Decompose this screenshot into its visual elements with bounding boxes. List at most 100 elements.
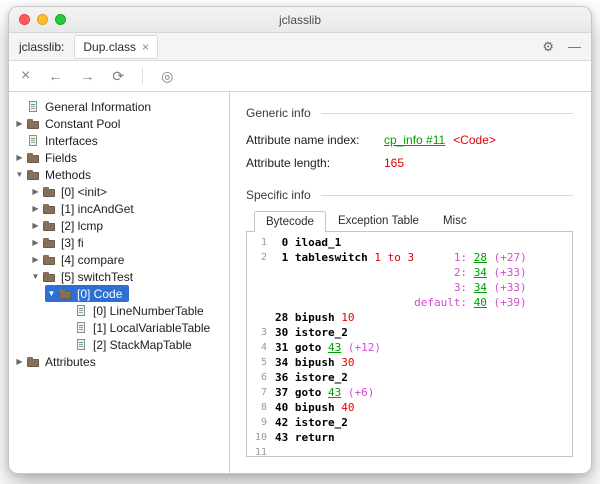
reload-icon[interactable]: ⟳ xyxy=(112,69,124,83)
attribute-name-index-label: Attribute name index: xyxy=(246,133,384,147)
bytecode-offset: 36 xyxy=(275,371,295,384)
section-rule xyxy=(321,113,573,114)
close-window-button[interactable] xyxy=(19,14,30,25)
expand-arrow-icon[interactable]: ▶ xyxy=(29,187,42,196)
tab-label: Dup.class xyxy=(83,40,136,54)
tree-item-2-stackmaptable[interactable]: [2] StackMapTable xyxy=(61,336,199,353)
bytecode-offset: 30 xyxy=(275,326,295,339)
bytecode-text: default: 40 (+39) xyxy=(275,295,527,310)
tree-item-interfaces[interactable]: Interfaces xyxy=(13,132,105,149)
bytecode-offset: 42 xyxy=(275,416,295,429)
tab-bytecode[interactable]: Bytecode xyxy=(254,211,326,232)
forward-arrow-icon[interactable]: → xyxy=(80,69,94,83)
line-number: 3 xyxy=(247,325,275,340)
back-arrow-icon[interactable]: ← xyxy=(48,69,62,83)
bytecode-text: 30 istore_2 xyxy=(275,325,348,340)
line-number: 2 xyxy=(247,250,275,265)
bytecode-line: 2: 34 (+33) xyxy=(247,265,572,280)
switch-case-label: default: xyxy=(414,296,474,309)
collapse-arrow-icon[interactable]: ▼ xyxy=(13,170,26,179)
branch-target-link[interactable]: 34 xyxy=(474,281,487,294)
tree-item-2-lcmp[interactable]: ▶ [2] lcmp xyxy=(29,217,110,234)
attribute-length-value: 165 xyxy=(384,156,404,170)
bytecode-line: 840 bipush 40 xyxy=(247,400,572,415)
code-text xyxy=(275,296,414,309)
immediate-value: 1 to 3 xyxy=(374,251,414,264)
bytecode-offset: 1 xyxy=(275,251,295,264)
settings-gear-icon[interactable]: ⚙ xyxy=(542,39,554,55)
tree-item-general-information[interactable]: General Information xyxy=(13,98,158,115)
branch-target-link[interactable]: 28 xyxy=(474,251,487,264)
hide-panel-icon[interactable]: — xyxy=(568,39,581,54)
branch-target-link[interactable]: 43 xyxy=(328,341,341,354)
tree-item-4-compare[interactable]: ▶ [4] compare xyxy=(29,251,131,268)
zoom-window-button[interactable] xyxy=(55,14,66,25)
tree-item-constant-pool[interactable]: ▶Constant Pool xyxy=(13,115,127,132)
window-titlebar[interactable]: jclasslib xyxy=(9,7,591,33)
tree-item-0-code[interactable]: ▼[0] Code xyxy=(45,285,129,302)
switch-case-label: 1: xyxy=(454,251,474,264)
document-icon xyxy=(74,321,89,334)
bytecode-line: 2 1 tableswitch 1 to 3 1: 28 (+27) xyxy=(247,250,572,265)
expand-arrow-icon[interactable]: ▶ xyxy=(29,238,42,247)
tree-item-3-fi[interactable]: ▶ [3] fi xyxy=(29,234,91,251)
relative-offset: (+33) xyxy=(487,266,527,279)
tree-item-5-switchtest[interactable]: ▼ [5] switchTest xyxy=(29,268,140,285)
bytecode-offset: 34 xyxy=(275,356,295,369)
branch-target-link[interactable]: 34 xyxy=(474,266,487,279)
relative-offset: (+39) xyxy=(487,296,527,309)
collapse-arrow-icon[interactable]: ▼ xyxy=(29,272,42,281)
folder-icon xyxy=(42,185,57,198)
bytecode-text: 42 istore_2 xyxy=(275,415,348,430)
tree-item-label: [2] lcmp xyxy=(61,219,103,233)
tree-item-label: [1] LocalVariableTable xyxy=(93,321,210,335)
tab-misc[interactable]: Misc xyxy=(431,210,479,231)
tree-item-label: [3] fi xyxy=(61,236,84,250)
bytecode-text: 2: 34 (+33) xyxy=(275,265,527,280)
expand-arrow-icon[interactable]: ▶ xyxy=(29,204,42,213)
expand-arrow-icon[interactable]: ▶ xyxy=(29,221,42,230)
minimize-window-button[interactable] xyxy=(37,14,48,25)
expand-arrow-icon[interactable]: ▶ xyxy=(29,255,42,264)
immediate-value: 10 xyxy=(341,311,354,324)
bytecode-offset: 37 xyxy=(275,386,295,399)
expand-arrow-icon[interactable]: ▶ xyxy=(13,119,26,128)
cp-info-link[interactable]: cp_info #11 xyxy=(384,133,445,147)
tab-exception-table[interactable]: Exception Table xyxy=(326,210,431,231)
line-number xyxy=(247,265,275,280)
tree-item-1-localvariabletable[interactable]: [1] LocalVariableTable xyxy=(61,319,217,336)
bytecode-offset: 0 xyxy=(275,236,295,249)
close-file-icon[interactable]: × xyxy=(21,68,30,84)
section-rule xyxy=(321,195,573,196)
tree-item-label: Interfaces xyxy=(45,134,98,148)
tree-item-0-init[interactable]: ▶[0] <init> xyxy=(29,183,114,200)
tree-item-1-incandget[interactable]: ▶ [1] incAndGet xyxy=(29,200,141,217)
tree-item-label: [5] switchTest xyxy=(61,270,133,284)
tree-item-attributes[interactable]: ▶Attributes xyxy=(13,353,103,370)
specific-info-title: Specific info xyxy=(246,188,311,202)
collapse-arrow-icon[interactable]: ▼ xyxy=(45,289,58,298)
opcode-mnemonic: istore_2 xyxy=(295,371,348,384)
tree-item-fields[interactable]: ▶Fields xyxy=(13,149,84,166)
bytecode-listing[interactable]: 1 0 iload_12 1 tableswitch 1 to 3 1: 28 … xyxy=(246,231,573,457)
opcode-mnemonic: bipush xyxy=(295,356,341,369)
bytecode-text: 37 goto 43 (+6) xyxy=(275,385,374,400)
homepage-globe-icon[interactable]: ◎ xyxy=(161,69,173,83)
folder-icon xyxy=(42,219,57,232)
expand-arrow-icon[interactable]: ▶ xyxy=(13,153,26,162)
bytecode-line: 1 0 iload_1 xyxy=(247,235,572,250)
tab-dup-class[interactable]: Dup.class × xyxy=(74,35,158,59)
bytecode-line: 737 goto 43 (+6) xyxy=(247,385,572,400)
document-icon xyxy=(26,134,41,147)
tree-item-label: [4] compare xyxy=(61,253,124,267)
bytecode-offset: 40 xyxy=(275,401,295,414)
tree-item-methods[interactable]: ▼Methods xyxy=(13,166,98,183)
document-icon xyxy=(74,338,89,351)
branch-target-link[interactable]: 40 xyxy=(474,296,487,309)
tab-close-icon[interactable]: × xyxy=(142,41,149,53)
tree-item-0-linenumbertable[interactable]: [0] LineNumberTable xyxy=(61,302,211,319)
tree-item-label: [1] incAndGet xyxy=(61,202,134,216)
bytecode-text: 43 return xyxy=(275,430,335,445)
expand-arrow-icon[interactable]: ▶ xyxy=(13,357,26,366)
branch-target-link[interactable]: 43 xyxy=(328,386,341,399)
